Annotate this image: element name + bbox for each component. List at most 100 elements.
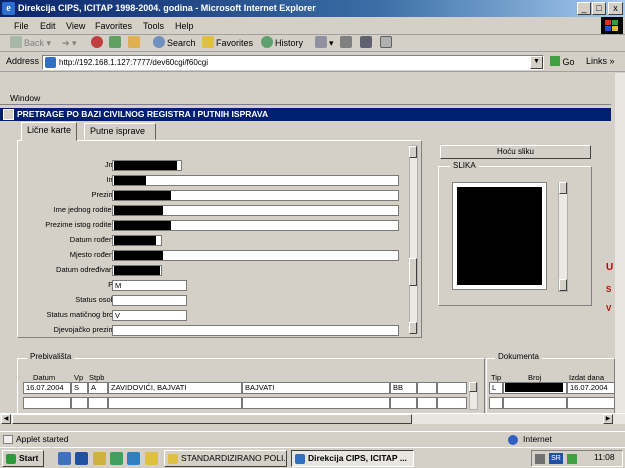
menu-file[interactable]: File (14, 19, 29, 33)
windows-logo-icon (601, 17, 623, 34)
refresh-button[interactable] (109, 36, 123, 51)
tab-licne-karte[interactable]: Lične karte (21, 122, 78, 141)
menu-tools[interactable]: Tools (143, 19, 164, 33)
photo-scroll-down-button[interactable] (559, 279, 567, 291)
prebivaliste-empty-cell[interactable] (23, 397, 71, 409)
address-input[interactable]: http://192.168.1.127:7777/dev60cgi/f60cg… (42, 55, 544, 70)
datum-odredjivanja-field[interactable] (112, 265, 162, 276)
prebivaliste-broj-cell[interactable]: BB (390, 382, 417, 394)
jmb-field[interactable] (112, 160, 182, 171)
menu-help[interactable]: Help (175, 19, 194, 33)
photo-image (457, 187, 542, 285)
prebivaliste-empty-cell[interactable] (71, 397, 88, 409)
dokument-izdat-cell[interactable]: 16.07.2004 (567, 382, 615, 394)
mail-button[interactable]: ▾ (315, 36, 334, 51)
print-button[interactable] (340, 36, 354, 51)
address-dropdown-button[interactable]: ▼ (530, 56, 543, 69)
history-button[interactable]: History (261, 36, 303, 51)
favorites-icon (202, 36, 214, 48)
prebivaliste-extra-cell[interactable] (437, 382, 467, 394)
back-button[interactable]: Back ▾ (10, 36, 51, 51)
pol-field[interactable]: M (112, 280, 187, 291)
label-prezime-roditelja: Prezime istog roditelja (45, 220, 119, 229)
page-vertical-scrollbar[interactable] (615, 73, 625, 413)
form-scrollbar[interactable] (409, 145, 418, 333)
language-indicator[interactable]: SR (549, 453, 563, 464)
page-icon (45, 57, 56, 68)
prebivaliste-vp-cell[interactable]: S (71, 382, 88, 394)
scroll-right-button[interactable]: ▶ (603, 414, 613, 424)
horizontal-scroll-thumb[interactable] (12, 414, 412, 424)
close-button[interactable]: x (608, 2, 623, 15)
quicklaunch-app-icon[interactable] (110, 452, 123, 465)
scroll-thumb[interactable] (409, 258, 417, 286)
prebivaliste-datum-cell[interactable]: 16.07.2004 (23, 382, 71, 394)
prezime-field[interactable] (112, 190, 399, 201)
prebivaliste-empty-cell[interactable] (108, 397, 242, 409)
prezime-roditelja-field[interactable] (112, 220, 399, 231)
scroll-down-button[interactable] (409, 322, 417, 334)
links-button[interactable]: Links » (586, 56, 615, 66)
forward-button[interactable]: ➔ ▾ (62, 36, 77, 51)
scroll-left-button[interactable]: ◀ (1, 414, 11, 424)
edit-button[interactable] (360, 36, 374, 51)
stop-button[interactable] (91, 36, 105, 51)
menu-favorites[interactable]: Favorites (95, 19, 132, 33)
status-maticnog-broja-field[interactable]: V (112, 310, 187, 321)
ime-roditelja-field[interactable] (112, 205, 399, 216)
prebivaliste-extra-cell[interactable] (417, 382, 437, 394)
scroll-up-button[interactable] (409, 146, 417, 158)
clock[interactable]: 11:08 (594, 452, 615, 462)
redaction (114, 206, 163, 215)
speaker-icon[interactable] (535, 454, 545, 464)
quicklaunch-desktop-icon[interactable] (127, 452, 140, 465)
quicklaunch-outlook-icon[interactable] (145, 452, 158, 465)
hocu-sliku-button[interactable]: Hoću sliku (440, 145, 591, 159)
search-button[interactable]: Search (153, 36, 196, 51)
tab-putne-isprave[interactable]: Putne isprave (84, 123, 156, 140)
go-button[interactable]: Go (550, 56, 575, 67)
prebivalista-scroll-up-button[interactable] (469, 382, 477, 392)
history-icon (261, 36, 273, 48)
prebivaliste-mjesto-cell[interactable]: ZAVIDOVIĆI, BAJVATI (108, 382, 242, 394)
prebivaliste-empty-cell[interactable] (437, 397, 467, 409)
task-standardizirano[interactable]: STANDARDIZIRANO POLI... (164, 450, 287, 467)
djevojacko-prezime-field[interactable] (112, 325, 399, 336)
quicklaunch-ie-icon[interactable] (58, 452, 71, 465)
header-tip: Tip (491, 373, 502, 382)
home-button[interactable] (128, 36, 142, 51)
dokument-tip-cell[interactable]: L (489, 382, 503, 394)
start-button[interactable]: Start (2, 450, 44, 467)
prebivaliste-empty-cell[interactable] (417, 397, 437, 409)
tray-icon[interactable] (567, 454, 577, 464)
task-direkcija-cips[interactable]: Direkcija CIPS, ICITAP ... (291, 450, 414, 467)
status-osobe-field[interactable] (112, 295, 187, 306)
folder-icon (168, 454, 178, 464)
quicklaunch-folder-icon[interactable] (93, 452, 106, 465)
menu-view[interactable]: View (66, 19, 85, 33)
prebivaliste-empty-cell[interactable] (88, 397, 108, 409)
slika-label: SLIKA (450, 161, 479, 170)
prebivaliste-stpb-cell[interactable]: A (88, 382, 108, 394)
refresh-icon (109, 36, 121, 48)
dokument-broj-cell[interactable] (503, 382, 567, 394)
maximize-button[interactable]: □ (592, 2, 606, 15)
favorites-button[interactable]: Favorites (202, 36, 253, 51)
datum-rodjenja-field[interactable] (112, 235, 162, 246)
quicklaunch-word-icon[interactable] (75, 452, 88, 465)
header-izdat-dana: Izdat dana (569, 373, 605, 382)
prebivaliste-ulica-cell[interactable]: BAJVATI (242, 382, 390, 394)
photo-scrollbar[interactable] (558, 182, 568, 292)
dokument-empty-cell[interactable] (489, 397, 503, 409)
ime-field[interactable] (112, 175, 399, 186)
mjesto-rodjenja-field[interactable] (112, 250, 399, 261)
prebivaliste-empty-cell[interactable] (390, 397, 417, 409)
menu-edit[interactable]: Edit (40, 19, 56, 33)
dokument-empty-cell[interactable] (567, 397, 615, 409)
photo-scroll-up-button[interactable] (559, 182, 567, 194)
dokument-empty-cell[interactable] (503, 397, 567, 409)
page-horizontal-scrollbar[interactable]: ◀ ▶ (0, 413, 625, 424)
minimize-button[interactable]: _ (577, 2, 591, 15)
discuss-button[interactable] (380, 36, 394, 51)
prebivaliste-empty-cell[interactable] (242, 397, 390, 409)
